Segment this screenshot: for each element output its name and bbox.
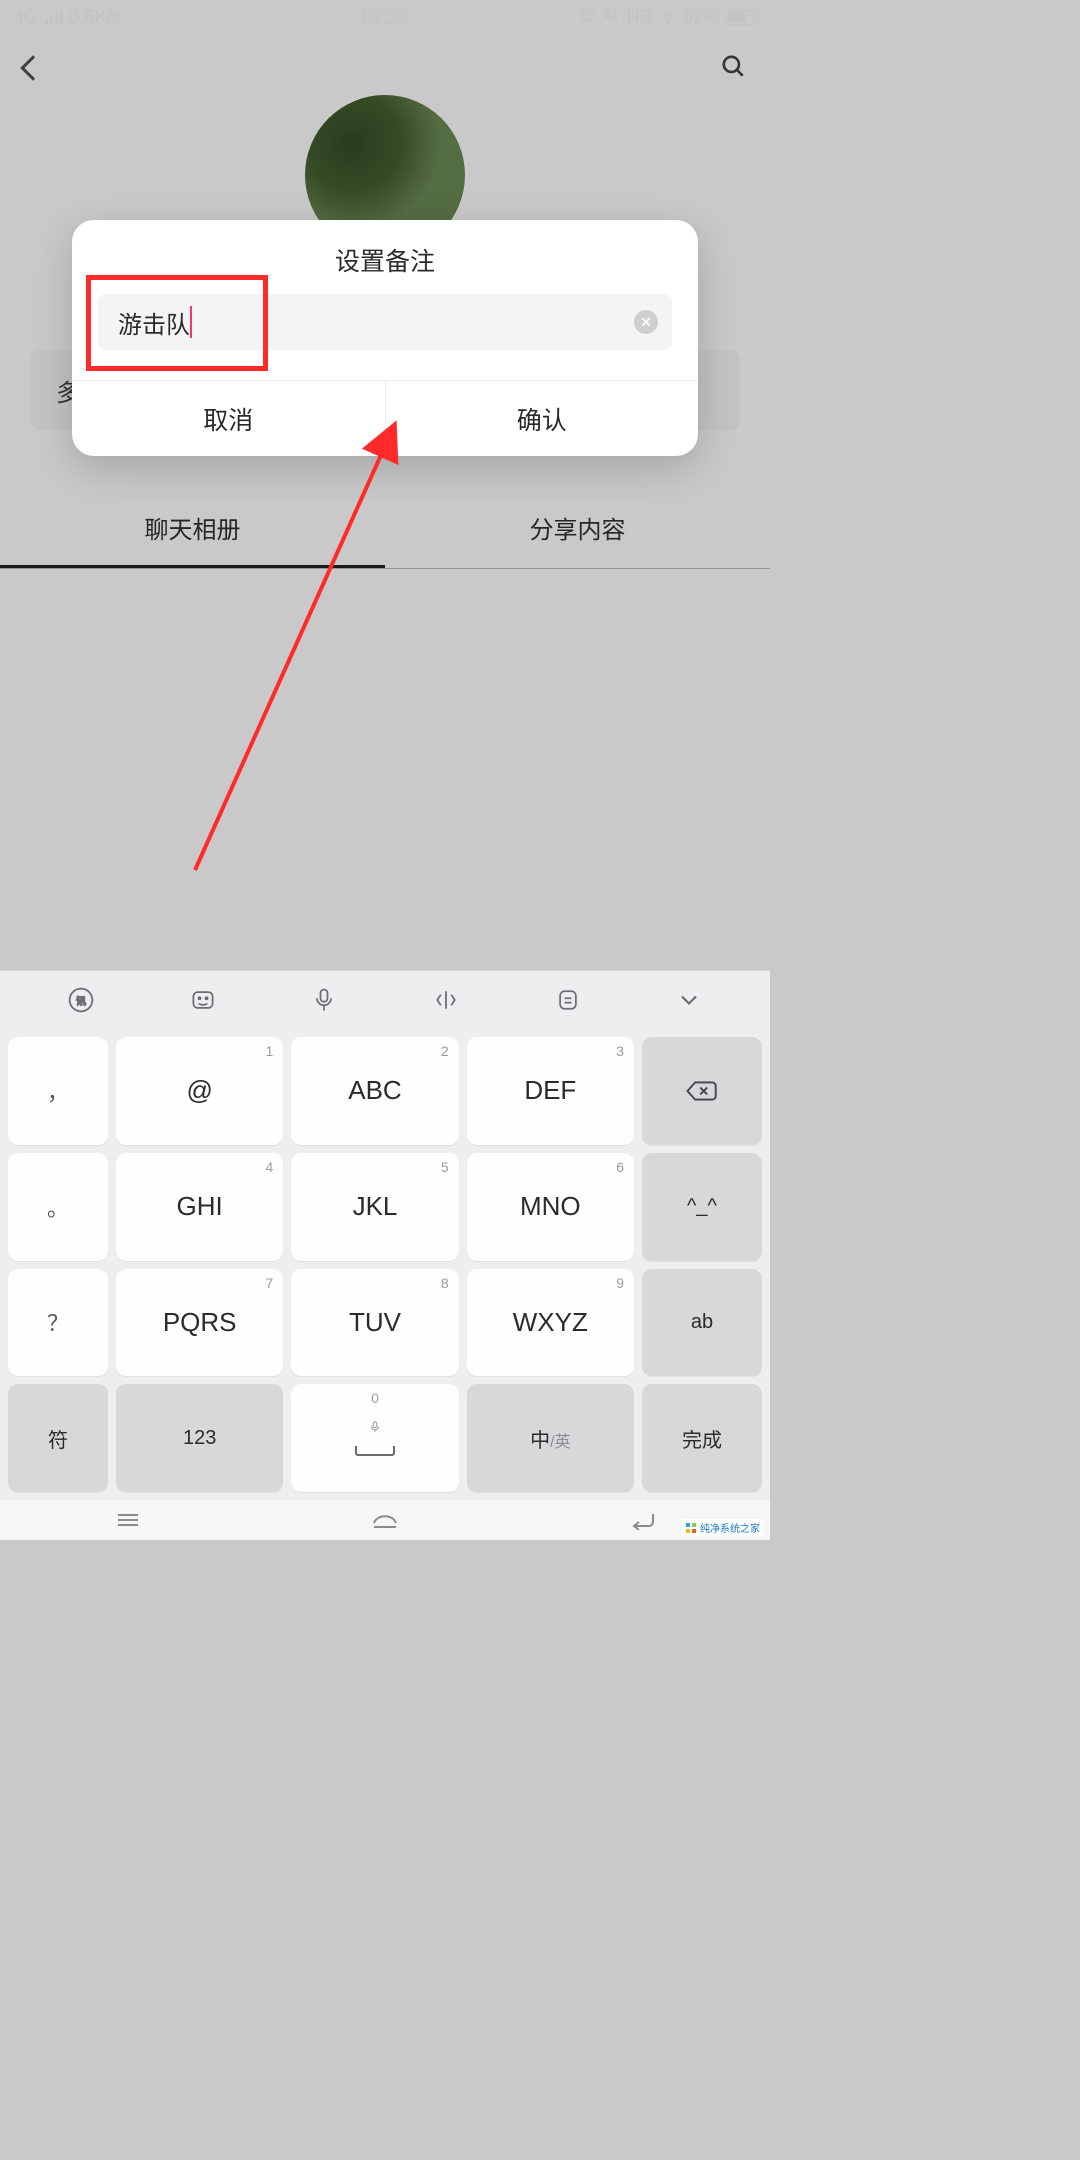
dialog-title: 设置备注	[72, 220, 698, 294]
key-2[interactable]: 2ABC	[291, 1037, 458, 1145]
tab-chat-album-label: 聊天相册	[145, 517, 241, 544]
clear-input-button[interactable]	[634, 310, 658, 334]
svg-text:讯: 讯	[76, 996, 86, 1007]
remark-input[interactable]	[98, 294, 672, 350]
cursor-move-button[interactable]	[385, 986, 507, 1014]
android-nav-bar	[0, 1500, 770, 1540]
keyboard: 讯 ， 1@ 2ABC 3DEF 。 4GHI 5JKL 6MNO ^_^	[0, 970, 770, 1500]
recent-apps-button[interactable]	[111, 1510, 145, 1530]
battery-icon	[726, 10, 756, 25]
key-5[interactable]: 5JKL	[291, 1153, 458, 1261]
key-symbol[interactable]: 符	[8, 1384, 108, 1492]
tab-chat-album[interactable]: 聊天相册	[0, 490, 385, 568]
tab-share[interactable]: 分享内容	[385, 490, 770, 568]
confirm-label: 确认	[517, 401, 567, 437]
key-question[interactable]: ？	[8, 1269, 108, 1377]
key-9[interactable]: 9WXYZ	[467, 1269, 634, 1377]
cancel-label: 取消	[203, 401, 253, 437]
key-done[interactable]: 完成	[642, 1384, 762, 1492]
key-period[interactable]: 。	[8, 1153, 108, 1261]
key-emoji[interactable]: ^_^	[642, 1153, 762, 1261]
confirm-button[interactable]: 确认	[385, 381, 699, 456]
text-caret	[190, 306, 192, 338]
key-1[interactable]: 1@	[116, 1037, 283, 1145]
search-button[interactable]	[720, 53, 746, 84]
clipboard-button[interactable]	[507, 986, 629, 1014]
key-7[interactable]: 7PQRS	[116, 1269, 283, 1377]
key-6[interactable]: 6MNO	[467, 1153, 634, 1261]
set-remark-dialog: 设置备注 取消 确认	[72, 220, 698, 456]
collapse-keyboard-button[interactable]	[628, 986, 750, 1014]
content-tabs: 聊天相册 分享内容	[0, 490, 770, 569]
ime-logo-button[interactable]: 讯	[20, 986, 142, 1014]
key-0-num: 0	[371, 1390, 379, 1406]
keyboard-switch-button[interactable]	[142, 986, 264, 1014]
key-3[interactable]: 3DEF	[467, 1037, 634, 1145]
cancel-button[interactable]: 取消	[72, 381, 385, 456]
tab-share-label: 分享内容	[530, 517, 626, 544]
back-nav-button[interactable]	[625, 1510, 659, 1530]
watermark: 纯净系统之家	[681, 1519, 764, 1536]
clock: 03:23	[0, 7, 770, 28]
key-backspace[interactable]	[642, 1037, 762, 1145]
key-comma[interactable]: ，	[8, 1037, 108, 1145]
key-space[interactable]: 0	[291, 1384, 458, 1492]
key-123[interactable]: 123	[116, 1384, 283, 1492]
back-button[interactable]	[20, 55, 45, 80]
home-button[interactable]	[368, 1510, 402, 1530]
mic-small-icon	[368, 1420, 382, 1434]
key-8[interactable]: 8TUV	[291, 1269, 458, 1377]
status-bar: 4G 0.6K/s 03:23 HD 62%	[0, 0, 770, 34]
key-lang[interactable]: 中/英	[467, 1384, 634, 1492]
key-4[interactable]: 4GHI	[116, 1153, 283, 1261]
voice-input-button[interactable]	[263, 986, 385, 1014]
key-ab[interactable]: ab	[642, 1269, 762, 1377]
